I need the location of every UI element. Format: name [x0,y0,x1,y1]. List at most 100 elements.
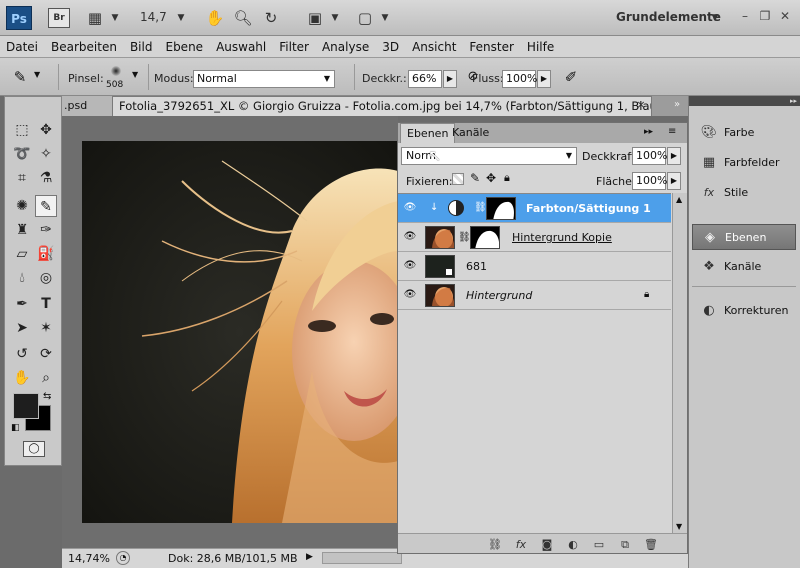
marquee-tool-icon[interactable]: ⬚ [11,119,33,141]
layer-opacity-slider[interactable]: ▶ [667,147,681,165]
foreground-color-swatch[interactable] [13,393,39,419]
history-brush-icon[interactable]: ✑ [35,219,57,241]
dock-item-ebenen[interactable]: ◈ Ebenen [692,224,796,250]
layer-mask-thumbnail[interactable] [486,197,516,220]
minimize-button[interactable]: – [736,8,754,24]
clone-stamp-icon[interactable]: ♜ [11,219,33,241]
airbrush-icon[interactable]: ✐ [560,66,582,88]
fx-icon[interactable]: fx [512,538,530,552]
layer-row-hue-saturation[interactable]: 👁︎ ↓ ⛓ Farbton/Sättigung 1 [398,194,671,223]
custom-shape-icon[interactable]: ✶ [35,317,57,339]
menu-3d[interactable]: 3D [382,40,399,54]
collapse-panel-icon[interactable]: ▸▸ [644,127,653,137]
arrange-documents-icon[interactable]: ▣ [304,7,326,29]
healing-brush-icon[interactable]: ✺ [11,195,33,217]
path-selection-icon[interactable]: ➤ [11,317,33,339]
default-colors-icon[interactable]: ◧ [11,423,20,433]
trash-icon[interactable]: 🗑︎ [642,538,660,552]
lasso-tool-icon[interactable]: ➰ [11,143,33,165]
layer-name[interactable]: 681 [466,260,487,273]
chevron-down-icon[interactable]: ▼ [704,7,726,29]
horizontal-scrollbar[interactable] [322,552,402,564]
brush-preview-icon[interactable] [111,66,121,76]
lock-all-icon[interactable]: 🔒︎ [504,171,510,185]
visibility-eye-icon[interactable]: 👁︎ [402,288,418,302]
layer-name[interactable]: Hintergrund [466,289,532,302]
lock-pixels-icon[interactable]: ✎ [470,171,480,185]
visibility-eye-icon[interactable]: 👁︎ [402,259,418,273]
document-canvas[interactable] [82,141,398,523]
3d-orbit-icon[interactable]: ⟳ [35,343,57,365]
lock-position-icon[interactable]: ✥ [486,171,496,185]
status-menu-icon[interactable]: ▶ [306,552,313,562]
mode-select[interactable]: Normal ▼ [193,70,335,88]
menu-auswahl[interactable]: Auswahl [216,40,266,54]
tab-kanaele[interactable]: Kanäle [446,123,495,143]
restore-button[interactable]: ❐ [756,8,774,24]
film-icon[interactable]: ▦ [84,7,106,29]
status-info-icon[interactable]: ◔ [116,551,130,565]
brush-tool-icon[interactable]: ✎ [35,195,57,217]
move-tool-icon[interactable]: ✥ [35,119,57,141]
hand-tool-icon[interactable]: ✋ [11,367,33,389]
zoom-level[interactable]: 14,7 [140,10,167,24]
rotate-view-icon[interactable]: ↻ [260,7,282,29]
layer-mask-thumbnail[interactable] [470,226,500,249]
layer-thumbnail[interactable] [425,284,455,307]
close-button[interactable]: ✕ [776,8,794,24]
chevron-down-icon[interactable]: ▼ [132,70,138,79]
opacity-input[interactable]: 66% [408,70,442,88]
quick-mask-icon[interactable]: ◯ [23,441,45,457]
visibility-eye-icon[interactable]: 👁︎ [402,201,418,215]
link-layers-icon[interactable]: ⛓ [486,538,504,552]
crop-tool-icon[interactable]: ⌗ [11,167,33,189]
pen-tool-icon[interactable]: ✒ [11,293,33,315]
fill-slider[interactable]: ▶ [667,172,681,190]
flow-slider-button[interactable]: ▶ [537,70,551,88]
document-tab-active[interactable]: Fotolia_3792651_XL © Giorgio Gruizza - F… [112,96,652,116]
swap-colors-icon[interactable]: ⇆ [43,391,51,402]
chevron-down-icon[interactable]: ▼ [34,70,40,79]
layer-name[interactable]: Farbton/Sättigung 1 [526,202,651,215]
menu-fenster[interactable]: Fenster [469,40,514,54]
chevron-down-icon[interactable]: ▼ [374,7,396,29]
layer-row-background[interactable]: 👁︎ Hintergrund 🔒︎ [398,281,671,310]
layer-thumbnail[interactable] [425,226,455,249]
document-tab-prev[interactable]: .psd [62,96,112,116]
dock-item-korrekturen[interactable]: ◐ Korrekturen [692,298,796,324]
layer-row-681[interactable]: 👁︎ 681 [398,252,671,281]
eraser-icon[interactable]: ▱ [11,243,33,265]
blur-tool-icon[interactable]: 💧︎ [11,267,33,289]
add-mask-icon[interactable]: ◙ [538,538,556,552]
eyedropper-icon[interactable]: ⚗ [35,167,57,189]
dodge-tool-icon[interactable]: ◎ [35,267,57,289]
status-zoom[interactable]: 14,74% [68,552,110,565]
screen-mode-icon[interactable]: ▢ [354,7,376,29]
3d-rotate-icon[interactable]: ↺ [11,343,33,365]
brush-tool-preset-icon[interactable]: ✎ [8,66,32,88]
close-tab-icon[interactable]: × [634,98,648,112]
menu-bild[interactable]: Bild [130,40,153,54]
layer-name[interactable]: Hintergrund Kopie [512,231,612,244]
menu-datei[interactable]: Datei [6,40,38,54]
panel-menu-icon[interactable]: ≡ [668,126,676,137]
more-tabs-icon[interactable]: » [670,98,684,112]
layer-opacity-input[interactable]: 100% [632,147,667,165]
menu-analyse[interactable]: Analyse [322,40,369,54]
layer-thumbnail[interactable] [425,255,455,278]
dock-item-farbe[interactable]: 🎨︎ Farbe [692,120,796,146]
dock-item-farbfelder[interactable]: ▦ Farbfelder [692,150,796,176]
magic-wand-icon[interactable]: ✧ [35,143,57,165]
paint-bucket-icon[interactable]: ⛽ [35,243,57,265]
menu-hilfe[interactable]: Hilfe [527,40,554,54]
chevron-down-icon[interactable]: ▼ [324,7,346,29]
layers-scrollbar[interactable]: ▲ ▼ [672,193,687,533]
flow-input[interactable]: 100% [502,70,537,88]
opacity-slider-button[interactable]: ▶ [443,70,457,88]
new-layer-icon[interactable]: ⧉ [616,538,634,552]
hand-icon[interactable]: ✋ [204,7,226,29]
type-tool-icon[interactable]: T [35,293,57,315]
layer-row-background-copy[interactable]: 👁︎ ⛓ Hintergrund Kopie [398,223,671,252]
link-icon[interactable]: ⛓ [474,202,487,213]
expand-dock-icon[interactable]: ▸▸ [689,96,800,106]
